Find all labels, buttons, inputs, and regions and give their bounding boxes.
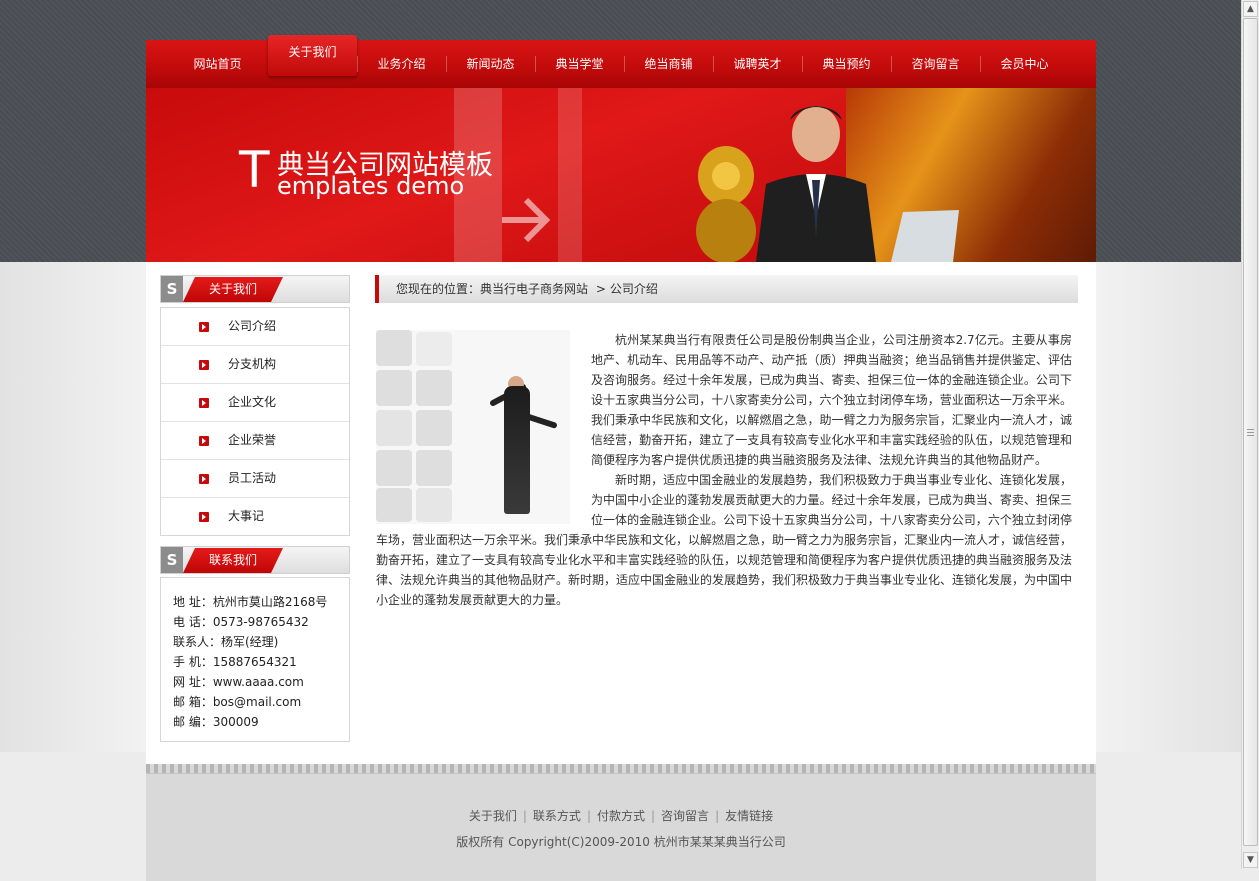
main-nav: 网站首页 关于我们 业务介绍 新闻动态 典当学堂 绝当商铺 诚聘英才 典当预约 … [146,35,1096,88]
contact-zip: 邮 编：300009 [173,715,259,729]
contact-info-box: 地 址：杭州市莫山路2168号 电 话：0573-98765432 联系人：杨军… [160,577,350,742]
hero-banner: T 典当公司网站模板 emplates demo [146,88,1096,262]
footer-link-message[interactable]: 咨询留言 [661,809,709,823]
scroll-up-icon[interactable]: ▲ [1243,1,1258,17]
footer: 关于我们 | 联系方式 | 付款方式 | 咨询留言 | 友情链接 版权所有 Copyright(… [146,764,1096,881]
breadcrumb-current: 公司介绍 [609,282,658,296]
arrow-bullet-icon [199,436,209,446]
scrollbar-thumb[interactable] [1243,18,1258,846]
nav-message[interactable]: 咨询留言 [891,40,980,88]
nav-jobs[interactable]: 诚聘英才 [713,40,802,88]
contact-phone: 电 话：0573-98765432 [173,615,309,629]
breadcrumb-separator: > [595,282,606,296]
s-badge-icon: S [161,276,183,302]
sidebar-contact-header: S 联系我们 [160,546,350,574]
vertical-scrollbar[interactable]: ▲ ▼ [1241,0,1259,869]
breadcrumb-prefix[interactable]: 您现在的位置：典当行电子商务网站 [396,282,588,296]
contact-person: 联系人：杨军(经理) [173,635,279,649]
breadcrumb: 您现在的位置：典当行电子商务网站 > 公司介绍 [375,275,1078,303]
nav-about[interactable]: 关于我们 [268,35,357,76]
banner-title-en: emplates demo [277,172,465,200]
sidebar-item-company-intro[interactable]: 公司介绍 [161,308,349,346]
nav-shop[interactable]: 绝当商铺 [624,40,713,88]
nav-business[interactable]: 业务介绍 [357,40,446,88]
page-container: 网站首页 关于我们 业务介绍 新闻动态 典当学堂 绝当商铺 诚聘英才 典当预约 … [146,35,1096,881]
sidebar-item-label: 企业荣誉 [228,433,277,447]
sidebar-item-honors[interactable]: 企业荣誉 [161,422,349,460]
arrow-bullet-icon [199,474,209,484]
sidebar-item-label: 公司介绍 [228,319,277,333]
footer-link-friends[interactable]: 友情链接 [725,809,773,823]
sidebar-about-header: S 关于我们 [160,275,350,303]
sidebar-item-label: 员工活动 [228,471,277,485]
sidebar-item-label: 大事记 [228,509,265,523]
sidebar-item-milestones[interactable]: 大事记 [161,498,349,535]
footer-links: 关于我们 | 联系方式 | 付款方式 | 咨询留言 | 友情链接 [468,809,774,823]
banner-title-initial: T [239,141,270,199]
nav-news[interactable]: 新闻动态 [446,40,535,88]
contact-website: 网 址：www.aaaa.com [173,675,304,689]
sidebar-item-label: 分支机构 [228,357,277,371]
footer-link-about[interactable]: 关于我们 [469,809,517,823]
footer-copyright: 版权所有 Copyright(C)2009-2010 杭州市某某某典当行公司 [456,835,786,849]
sidebar-item-label: 企业文化 [228,395,277,409]
nav-booking[interactable]: 典当预约 [802,40,891,88]
footer-link-payment[interactable]: 付款方式 [597,809,645,823]
s-badge-icon: S [161,547,183,573]
contact-email: 邮 箱：bos@mail.com [173,695,302,709]
arrow-bullet-icon [199,398,209,408]
arrow-bullet-icon [199,322,209,332]
nav-home[interactable]: 网站首页 [173,40,262,88]
nav-member[interactable]: 会员中心 [980,40,1069,88]
sidebar-item-activities[interactable]: 员工活动 [161,460,349,498]
article-body: 杭州某某典当行有限责任公司是股份制典当企业，公司注册资本2.7亿元。主要从事房地… [376,330,1072,610]
main-content-area: S 关于我们 公司介绍 分支机构 企业文化 企业荣誉 员工活动 大事记 S 联系… [146,262,1096,764]
sidebar-item-branches[interactable]: 分支机构 [161,346,349,384]
scroll-down-icon[interactable]: ▼ [1243,852,1258,868]
arrow-bullet-icon [199,360,209,370]
sidebar-contact-title: 联系我们 [183,548,283,573]
footer-link-contact[interactable]: 联系方式 [533,809,581,823]
banner-glare [558,88,582,262]
contact-mobile: 手 机：15887654321 [173,655,297,669]
arrow-bullet-icon [199,512,209,522]
businessman-image [756,106,876,262]
sidebar-menu: 公司介绍 分支机构 企业文化 企业荣誉 员工活动 大事记 [160,307,350,536]
sidebar-about-title: 关于我们 [183,277,283,302]
contact-address: 地 址：杭州市莫山路2168号 [173,595,328,609]
nav-school[interactable]: 典当学堂 [535,40,624,88]
sidebar-item-culture[interactable]: 企业文化 [161,384,349,422]
footer-border-pattern [146,764,1096,774]
laptop-image [891,210,959,262]
arrow-right-icon [502,197,551,243]
